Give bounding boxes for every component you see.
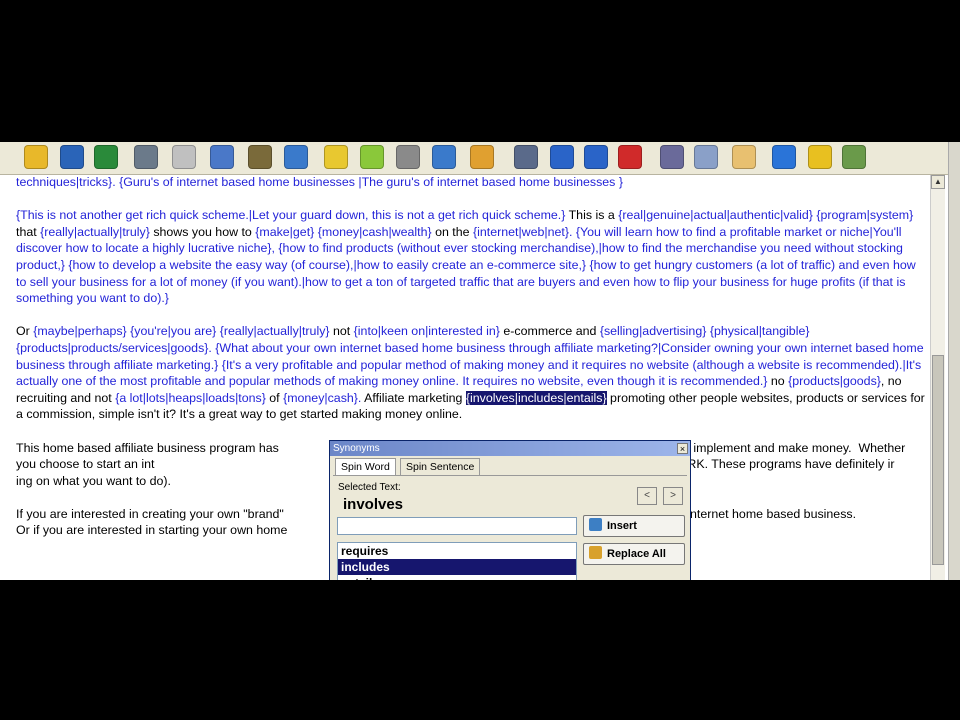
plain-text: shows you how to (149, 224, 256, 239)
help-icon[interactable] (772, 145, 796, 169)
key-icon[interactable] (808, 145, 832, 169)
spin-syntax-text: {products|goods} (788, 374, 881, 389)
spin-syntax-text: {program|system} (816, 208, 914, 223)
magic-wand-icon[interactable] (248, 145, 272, 169)
spin-syntax-text: {money|cash}. (283, 390, 362, 405)
spin-syntax-text: {This is not another get rich quick sche… (16, 208, 566, 223)
window-frame-right (948, 142, 960, 580)
document-check-icon[interactable] (514, 145, 538, 169)
plain-text: Or (16, 324, 34, 339)
spin-syntax-text: {you're|you are} (130, 324, 217, 339)
plain-text: that (16, 224, 41, 239)
spin-syntax-text: {a lot|lots|heaps|loads|tons} (115, 390, 266, 405)
close-icon[interactable]: × (677, 443, 688, 454)
selected-spin-text: {involves|includes|entails} (465, 390, 607, 405)
spin-syntax-text: {real|genuine|actual|authentic|valid} (618, 208, 813, 223)
spin-syntax-text: {maybe|perhaps} (33, 324, 127, 339)
spin-syntax-text: {into|keen on|interested in} (353, 324, 500, 339)
synonym-list-item[interactable]: includes (338, 559, 576, 575)
selected-text-label: Selected Text: (338, 482, 401, 493)
insert-button-label: Insert (607, 520, 637, 532)
editor-line-top: techniques|tricks}. {Guru's of internet … (16, 175, 623, 189)
spin-syntax-text: {physical|tangible} (709, 324, 810, 339)
selected-word: involves (343, 496, 404, 513)
plain-text: This home based affiliate business progr… (16, 440, 279, 455)
synonyms-dialog: Synonyms × Spin Word Spin Sentence Selec… (329, 440, 691, 580)
editor-paragraph-2: Or {maybe|perhaps} {you're|you are} {rea… (16, 323, 928, 423)
undo-icon[interactable] (550, 145, 574, 169)
spin-syntax-text: {really|actually|truly} (219, 324, 330, 339)
prev-word-button[interactable]: < (637, 487, 657, 505)
book-icon[interactable] (432, 145, 456, 169)
scrollbar-thumb[interactable] (932, 355, 944, 565)
spin-syntax-text: {make|get} (255, 224, 315, 239)
highlighter-icon[interactable] (360, 145, 384, 169)
synonym-list[interactable]: requires includes entails (337, 542, 577, 580)
next-word-button[interactable]: > (663, 487, 683, 505)
notepad-icon[interactable] (172, 145, 196, 169)
save-as-icon[interactable] (94, 145, 118, 169)
synonym-input[interactable] (337, 517, 577, 535)
dialog-titlebar[interactable]: Synonyms × (330, 441, 690, 456)
dialog-title: Synonyms (333, 443, 380, 454)
plain-text: on the (431, 224, 473, 239)
plain-text: not (329, 324, 354, 339)
link-icon[interactable] (396, 145, 420, 169)
editor-paragraph-1: {This is not another get rich quick sche… (16, 207, 928, 307)
print-icon[interactable] (134, 145, 158, 169)
spin-word-panel: Selected Text: involves < > Insert Repla… (333, 475, 687, 580)
replace-all-button[interactable]: Replace All (583, 543, 685, 565)
application-window: techniques|tricks}. {Guru's of internet … (0, 142, 960, 580)
image-icon[interactable] (470, 145, 494, 169)
paste-icon[interactable] (732, 145, 756, 169)
spin-syntax-text: {money|cash|wealth} (317, 224, 432, 239)
replace-all-icon (589, 546, 602, 559)
star-icon[interactable] (324, 145, 348, 169)
spin-syntax-text: {really|actually|truly} (40, 224, 150, 239)
delete-icon[interactable] (618, 145, 642, 169)
copy-icon[interactable] (694, 145, 718, 169)
tab-spin-sentence[interactable]: Spin Sentence (400, 458, 481, 475)
cut-icon[interactable] (660, 145, 684, 169)
plain-text: This is a (565, 208, 619, 223)
replace-all-button-label: Replace All (607, 548, 666, 560)
spell-check-icon[interactable] (284, 145, 308, 169)
pencil-icon[interactable] (210, 145, 234, 169)
plain-text: of (265, 390, 284, 405)
tab-spin-word[interactable]: Spin Word (335, 458, 396, 475)
spin-syntax-text: {selling|advertising} (599, 324, 707, 339)
plain-text: no (767, 374, 789, 389)
save-icon[interactable] (60, 145, 84, 169)
plain-text: e-commerce and (499, 324, 600, 339)
open-folder-icon[interactable] (24, 145, 48, 169)
synonym-list-item[interactable]: requires (338, 543, 576, 559)
synonym-list-item[interactable]: entails (338, 575, 576, 580)
exit-icon[interactable] (842, 145, 866, 169)
insert-icon (589, 518, 602, 531)
redo-icon[interactable] (584, 145, 608, 169)
scroll-up-arrow-icon[interactable]: ▲ (931, 175, 945, 189)
toolbar (0, 142, 948, 175)
plain-text: If you are interested in creating your o… (16, 506, 284, 521)
vertical-scrollbar[interactable]: ▲ (930, 175, 945, 580)
insert-button[interactable]: Insert (583, 515, 685, 537)
plain-text: Affiliate marketing (361, 390, 466, 405)
